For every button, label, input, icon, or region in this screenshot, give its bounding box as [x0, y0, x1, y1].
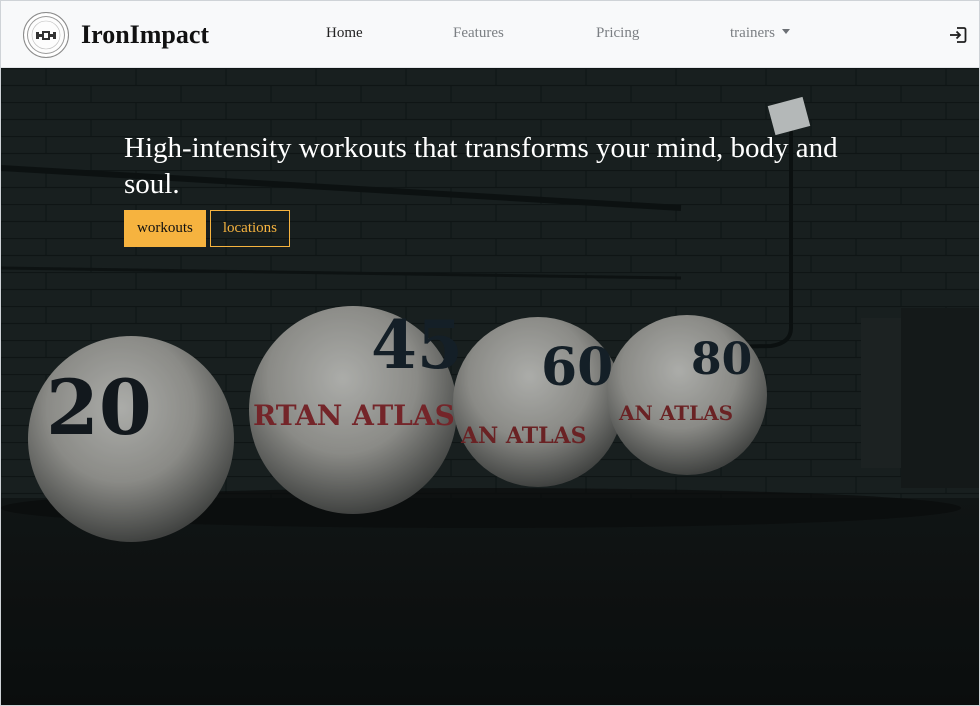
nav-link-pricing[interactable]: Pricing	[596, 25, 639, 42]
nav-link-features[interactable]: Features	[453, 25, 504, 42]
brand[interactable]: IronImpact	[23, 12, 209, 58]
nav-dropdown-label: trainers	[730, 25, 775, 41]
browser-viewport: IronImpact Home Features Pricing trainer…	[0, 0, 980, 706]
navbar: IronImpact Home Features Pricing trainer…	[1, 1, 979, 68]
nav-dropdown-trainers[interactable]: trainers	[730, 25, 790, 42]
caret-down-icon	[781, 29, 790, 34]
workouts-button[interactable]: workouts	[124, 210, 206, 247]
sign-in-icon[interactable]	[947, 24, 969, 46]
hero-title: High-intensity workouts that transforms …	[124, 132, 838, 200]
hero-buttons: workouts locations	[124, 210, 844, 247]
hero-content: High-intensity workouts that transforms …	[124, 130, 844, 247]
dumbbell-emblem-icon	[23, 12, 69, 58]
hero-section: 20 45 RTAN ATLAS 60 AN ATLAS 80 AN ATLAS…	[1, 68, 979, 705]
locations-button[interactable]: locations	[209, 210, 290, 247]
nav-link-home[interactable]: Home	[326, 25, 363, 42]
brand-name: IronImpact	[81, 20, 210, 49]
